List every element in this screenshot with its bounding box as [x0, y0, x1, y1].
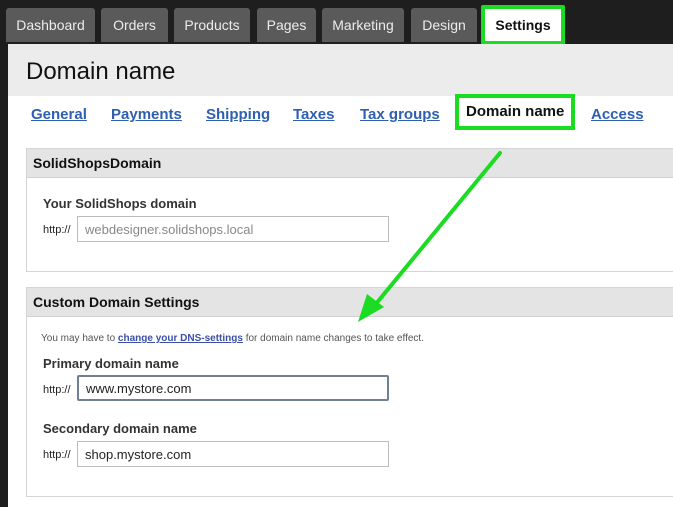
secondary-domain-input[interactable] [77, 441, 389, 467]
primary-domain-input[interactable] [77, 375, 389, 401]
nav-tab-marketing[interactable]: Marketing [322, 8, 404, 42]
solidshops-domain-header: SolidShopsDomain [27, 149, 673, 178]
nav-tab-design[interactable]: Design [411, 8, 477, 42]
subtab-general[interactable]: General [31, 106, 87, 123]
main-content: Domain name General Payments Shipping Ta… [8, 44, 673, 507]
nav-tab-settings[interactable]: Settings [481, 5, 565, 45]
primary-http-prefix: http:// [43, 384, 71, 396]
dns-settings-link[interactable]: change your DNS-settings [118, 333, 243, 344]
secondary-http-prefix: http:// [43, 449, 71, 461]
secondary-domain-label: Secondary domain name [43, 421, 197, 436]
solidshops-domain-label: Your SolidShops domain [43, 196, 197, 211]
nav-tab-pages[interactable]: Pages [257, 8, 316, 42]
solidshops-domain-field [77, 216, 389, 242]
subtab-tax-groups[interactable]: Tax groups [360, 106, 440, 123]
subtab-shipping[interactable]: Shipping [206, 106, 270, 123]
nav-tab-products[interactable]: Products [174, 8, 250, 42]
dns-note-after: for domain name changes to take effect. [242, 333, 424, 344]
primary-domain-label: Primary domain name [43, 356, 179, 371]
subtab-taxes[interactable]: Taxes [293, 106, 334, 123]
subtab-access[interactable]: Access [591, 106, 644, 123]
custom-domain-panel: Custom Domain Settings You may have to c… [26, 287, 673, 497]
solidshops-domain-panel: SolidShopsDomain Your SolidShops domain … [26, 148, 673, 272]
title-band: Domain name [8, 44, 673, 96]
subtab-payments[interactable]: Payments [111, 106, 182, 123]
nav-tab-dashboard[interactable]: Dashboard [6, 8, 95, 42]
subtab-domain-name[interactable]: Domain name [455, 94, 576, 130]
dns-note: You may have to change your DNS-settings… [41, 333, 424, 344]
page-title: Domain name [26, 58, 176, 85]
solidshops-http-prefix: http:// [43, 224, 71, 236]
dns-note-before: You may have to [41, 333, 118, 344]
custom-domain-header: Custom Domain Settings [27, 288, 673, 317]
top-navigation: Dashboard Orders Products Pages Marketin… [0, 0, 673, 46]
nav-tab-orders[interactable]: Orders [101, 8, 168, 42]
